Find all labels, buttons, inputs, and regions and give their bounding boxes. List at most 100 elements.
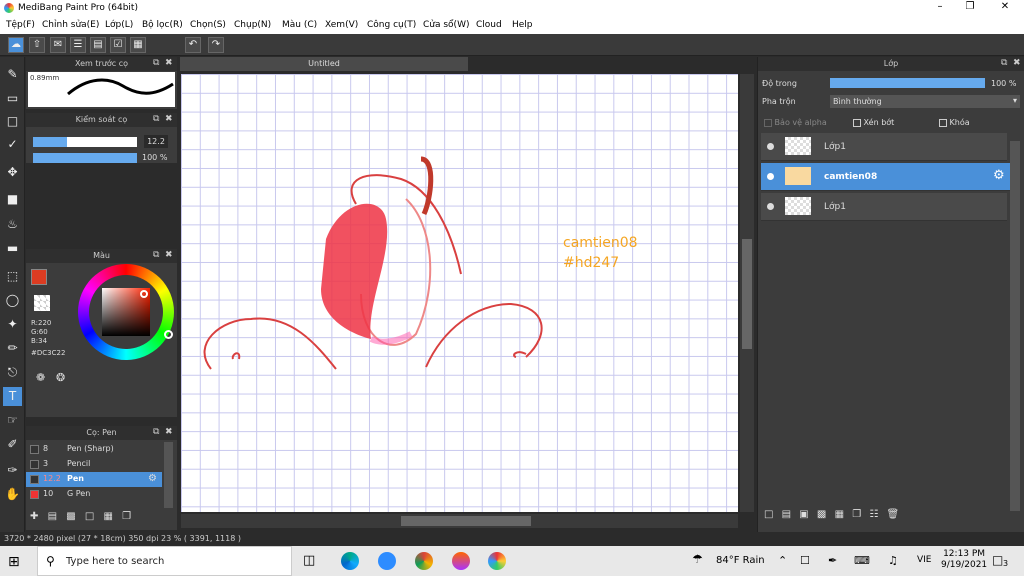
layer-settings-icon[interactable]: ⚙ [993,168,1005,183]
checklist-icon[interactable]: ☑ [110,37,126,53]
close-panel-icon[interactable]: ✖ [165,427,173,437]
hue-wheel[interactable] [78,264,174,360]
chrome-icon[interactable] [415,552,433,570]
import-brush-icon[interactable]: ▩ [66,511,75,522]
document-tab[interactable]: Untitled [180,57,468,71]
language-indicator[interactable]: VIE [917,555,932,565]
brush-doc-icon[interactable]: □ [85,511,94,522]
popout-icon[interactable]: ⧉ [153,58,159,68]
transparent-swatch[interactable] [34,295,50,311]
folder-icon[interactable]: ▦ [835,509,844,520]
close-panel-icon[interactable]: ✖ [165,58,173,68]
visibility-icon[interactable] [767,143,774,150]
menu-file[interactable]: Tệp(F) [6,20,35,30]
keyboard-icon[interactable]: ⌨ [854,554,870,567]
menu-tools[interactable]: Công cụ(T) [367,20,416,30]
horizontal-scrollbar[interactable] [181,514,738,528]
brush-opacity-slider[interactable] [33,153,137,163]
menu-color[interactable]: Màu (C) [282,20,317,30]
bucket-tool-icon[interactable]: ♨ [3,215,22,234]
merge-layer-icon[interactable]: ☷ [869,509,878,520]
add-layer-icon[interactable]: ▩ [817,509,826,520]
pen-icon[interactable]: ✒ [828,554,837,567]
color-handle[interactable] [140,290,148,298]
popout-icon[interactable]: ⧉ [1001,58,1007,68]
visibility-icon[interactable] [767,173,774,180]
select-pen-icon[interactable]: ✏ [3,339,22,358]
windows-start-icon[interactable]: ⊞ [8,554,20,570]
menu-cloud[interactable]: Cloud [476,20,502,30]
new-8bit-layer-icon[interactable]: ▣ [799,509,808,520]
menu-edit[interactable]: Chỉnh sửa(E) [42,20,99,30]
brush-item[interactable]: 8 Pen (Sharp) [26,442,162,457]
maximize-button[interactable]: ❐ [955,1,985,15]
select-rect-icon[interactable]: ⬚ [3,267,22,286]
lasso-icon[interactable]: ◯ [3,291,22,310]
clock[interactable]: 12:13 PM 9/19/2021 [941,549,987,571]
eyedropper-icon[interactable]: ✑ [3,461,22,480]
duplicate-icon[interactable]: ❐ [122,511,131,522]
foreground-color-swatch[interactable] [31,269,47,285]
weather-text[interactable]: 84°F Rain [716,555,765,566]
document-icon[interactable]: ▤ [90,37,106,53]
medibang-icon[interactable] [488,552,506,570]
layer-row[interactable]: Lớp1 [761,133,1007,161]
brush-tool-icon[interactable]: ✎ [3,65,22,84]
weather-icon[interactable]: ☂ [692,552,703,566]
horizontal-scroll-thumb[interactable] [401,516,531,526]
comment-icon[interactable]: ✉ [50,37,66,53]
palette-add-icon[interactable]: ❂ [56,371,65,384]
menu-view[interactable]: Xem(V) [325,20,358,30]
close-panel-icon[interactable]: ✖ [1013,58,1021,68]
shape-tool-icon[interactable]: □ [3,112,22,131]
select-eraser-icon[interactable]: ⎋ [3,363,22,382]
blend-mode-select[interactable]: Bình thường ▾ [830,95,1020,108]
brush-item[interactable]: 3 Pencil [26,457,162,472]
volume-icon[interactable]: ♫ [888,554,898,567]
fill-rect-tool-icon[interactable]: ■ [3,190,22,209]
chevron-up-icon[interactable]: ⌃ [778,554,787,567]
new-halftone-layer-icon[interactable]: ▤ [782,509,791,520]
layer-row[interactable]: Lớp1 [761,193,1007,221]
new-layer-icon[interactable]: □ [764,509,773,520]
vertical-scroll-thumb[interactable] [742,239,752,349]
brush-item-selected[interactable]: 12.2 Pen ⚙ [26,472,162,487]
taskbar-search[interactable]: ⚲ Type here to search [37,546,292,576]
menu-layer[interactable]: Lớp(L) [105,20,133,30]
operation-tool-icon[interactable]: ☞ [3,411,22,430]
task-view-icon[interactable]: ◫ [303,553,315,568]
layer-opacity-slider[interactable] [830,78,985,88]
menu-capture[interactable]: Chụp(N) [234,20,271,30]
popout-icon[interactable]: ⧉ [153,250,159,260]
menu-window[interactable]: Cửa sổ(W) [423,20,469,30]
visibility-icon[interactable] [767,203,774,210]
canvas[interactable]: camtien08 #hd247 [181,74,738,512]
brush-size-slider[interactable] [33,137,137,147]
notification-icon[interactable]: □ [992,553,1003,567]
menu-select[interactable]: Chọn(S) [190,20,226,30]
close-panel-icon[interactable]: ✖ [165,250,173,260]
network-icon[interactable]: ☐ [800,554,810,567]
menu-help[interactable]: Help [512,20,533,30]
undo-icon[interactable]: ↶ [185,37,201,53]
add-brush-icon[interactable]: ✚ [30,511,38,522]
eraser-tool-icon[interactable]: ▭ [3,89,22,108]
brush-settings-icon[interactable]: ⚙ [148,473,157,484]
hand-tool-icon[interactable]: ✋ [3,485,22,504]
new-brush-icon[interactable]: ▤ [48,511,57,522]
redo-icon[interactable]: ↷ [208,37,224,53]
dot-tool-icon[interactable]: ✓ [3,135,22,154]
firefox-icon[interactable] [452,552,470,570]
close-button[interactable]: ✕ [990,1,1020,15]
menu-filter[interactable]: Bộ lọc(R) [142,20,183,30]
zoom-icon[interactable] [378,552,396,570]
minimize-button[interactable]: – [925,1,955,15]
protect-alpha-checkbox[interactable]: Bảo vệ alpha [764,118,827,127]
folder-icon[interactable]: ▦ [104,511,113,522]
move-tool-icon[interactable]: ✥ [3,163,22,182]
magic-wand-icon[interactable]: ✦ [3,315,22,334]
chat-icon[interactable]: ☰ [70,37,86,53]
brush-item[interactable]: 10 G Pen [26,487,162,502]
layer-row-selected[interactable]: camtien08 ⚙ [761,163,1010,191]
grid-icon[interactable]: ▦ [130,37,146,53]
